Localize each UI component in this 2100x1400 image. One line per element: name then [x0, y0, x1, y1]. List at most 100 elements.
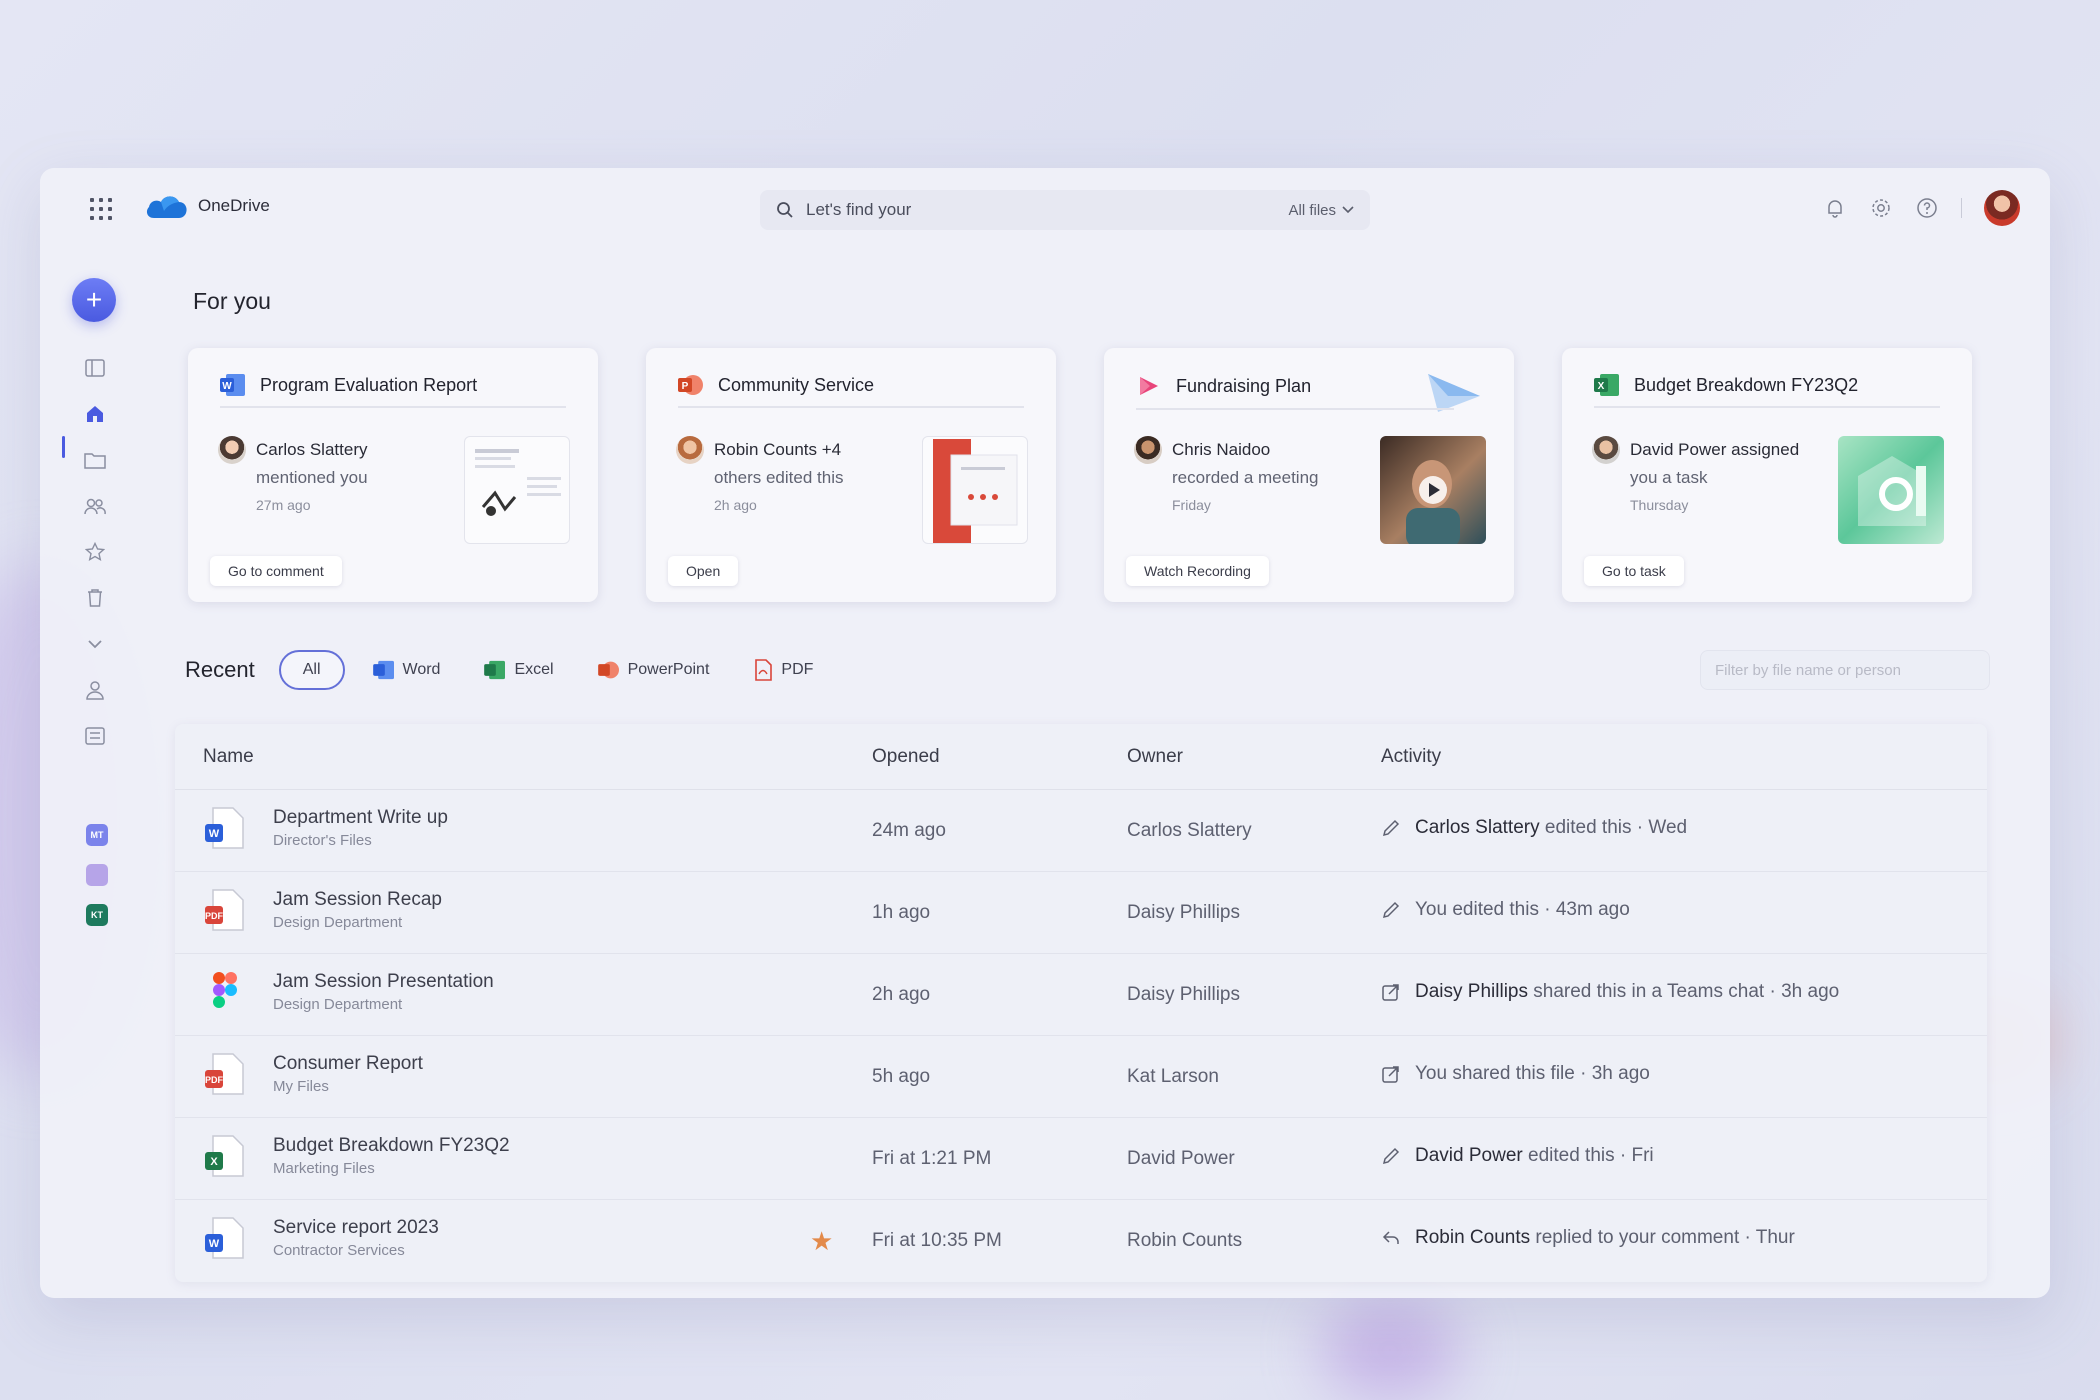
bell-icon[interactable] [1823, 196, 1847, 220]
file-location: My Files [273, 1078, 329, 1095]
chevron-down-icon [1342, 206, 1354, 214]
opened-time: Fri at 10:35 PM [872, 1230, 1002, 1251]
search-box[interactable]: Let's find your All files [760, 190, 1370, 230]
file-name[interactable]: Jam Session Presentation [273, 969, 494, 995]
column-header-opened[interactable]: Opened [872, 746, 940, 768]
app-tile-kt[interactable]: KT [86, 904, 108, 926]
filter-excel[interactable]: Excel [468, 650, 569, 690]
opened-time: 5h ago [872, 1066, 931, 1087]
for-you-card[interactable]: X Budget Breakdown FY23Q2 David Power as… [1562, 348, 1972, 602]
app-tile[interactable] [86, 864, 108, 886]
app-name: OneDrive [198, 196, 270, 215]
favorite-star-icon[interactable]: ★ [810, 1226, 833, 1257]
video-thumbnail[interactable] [1380, 436, 1486, 544]
column-header-activity[interactable]: Activity [1381, 746, 1441, 768]
top-actions [1823, 190, 2020, 226]
filter-powerpoint[interactable]: PowerPoint [582, 650, 726, 690]
recent-files-table: Name Opened Owner Activity W Department … [175, 724, 1987, 1282]
activity-person: Daisy Phillips [1415, 981, 1528, 1002]
user-avatar[interactable] [1984, 190, 2020, 226]
file-name[interactable]: Service report 2023 [273, 1215, 439, 1241]
file-location: Contractor Services [273, 1242, 405, 1259]
activity: Daisy Phillips shared this in a Teams ch… [1381, 981, 1839, 1003]
activity-person: Robin Counts [1415, 1227, 1531, 1248]
card-action-button[interactable]: Go to task [1584, 556, 1684, 586]
table-row[interactable]: X Budget Breakdown FY23Q2 Marketing File… [175, 1118, 1987, 1200]
for-you-card[interactable]: P Community Service Robin Counts +4 othe… [646, 348, 1056, 602]
folder-icon[interactable] [84, 448, 106, 472]
card-title: Budget Breakdown FY23Q2 [1634, 374, 1859, 395]
card-title: Program Evaluation Report [260, 374, 478, 395]
excel-file-icon: X [205, 1135, 244, 1177]
share-icon [1382, 1066, 1399, 1083]
card-person: David Power assigned [1630, 440, 1800, 459]
card-time: Friday [1172, 497, 1211, 513]
onedrive-cloud-icon [146, 196, 187, 218]
pinned-apps: MT KT [86, 824, 108, 926]
card-activity: David Power assigned you a task Thursday [1592, 436, 1799, 518]
column-header-owner[interactable]: Owner [1127, 746, 1183, 768]
library-icon[interactable] [84, 724, 106, 748]
activity: You edited this · 43m ago [1381, 899, 1630, 921]
avatar [218, 436, 246, 464]
table-row[interactable]: Jam Session Presentation Design Departme… [175, 954, 1987, 1036]
person-icon[interactable] [84, 678, 106, 702]
app-tile-mt[interactable]: MT [86, 824, 108, 846]
card-action: recorded a meeting [1172, 468, 1319, 487]
chevron-down-icon[interactable] [84, 632, 106, 656]
people-icon[interactable] [84, 494, 106, 518]
table-row[interactable]: W Department Write up Director's Files 2… [175, 790, 1987, 872]
brand[interactable]: OneDrive [144, 192, 270, 220]
search-icon [777, 202, 793, 218]
for-you-card[interactable]: W Program Evaluation Report Carlos Slatt… [188, 348, 598, 602]
table-row[interactable]: PDF Consumer Report My Files 5h ago Kat … [175, 1036, 1987, 1118]
trash-icon[interactable] [84, 586, 106, 610]
svg-text:W: W [222, 381, 232, 392]
filter-pdf[interactable]: PDF [737, 650, 829, 690]
file-name[interactable]: Department Write up [273, 805, 448, 831]
opened-time: 24m ago [872, 820, 946, 841]
gear-icon[interactable] [1869, 196, 1893, 220]
filter-input[interactable]: Filter by file name or person [1700, 650, 1990, 690]
card-action-button[interactable]: Go to comment [210, 556, 342, 586]
search-input[interactable]: Let's find your [806, 200, 1276, 220]
card-time: 2h ago [714, 497, 757, 513]
help-icon[interactable] [1915, 196, 1939, 220]
for-you-card[interactable]: Fundraising Plan Chris Naidoo recorded a… [1104, 348, 1514, 602]
app-launcher-icon[interactable] [90, 198, 112, 220]
home-icon[interactable] [84, 402, 106, 426]
avatar [1592, 436, 1620, 464]
word-file-icon: W [205, 1217, 244, 1259]
word-icon [372, 660, 394, 680]
filter-all[interactable]: All [278, 650, 345, 690]
card-activity: Carlos Slattery mentioned you 27m ago [218, 436, 368, 518]
nav-pane-icon[interactable] [84, 356, 106, 380]
table-row[interactable]: W Service report 2023 Contractor Service… [175, 1200, 1987, 1282]
file-name[interactable]: Consumer Report [273, 1051, 423, 1077]
table-row[interactable]: PDF Jam Session Recap Design Department … [175, 872, 1987, 954]
card-person: Chris Naidoo [1172, 440, 1271, 459]
filter-word[interactable]: Word [357, 650, 457, 690]
activity: Robin Counts replied to your comment · T… [1381, 1227, 1795, 1249]
create-new-button[interactable]: + [72, 278, 116, 322]
svg-text:P: P [682, 381, 689, 392]
owner: Kat Larson [1127, 1066, 1219, 1087]
avatar [1134, 436, 1162, 464]
card-action-button[interactable]: Watch Recording [1126, 556, 1269, 586]
card-action-button[interactable]: Open [668, 556, 739, 586]
search-scope-dropdown[interactable]: All files [1288, 202, 1354, 219]
divider [1136, 408, 1454, 410]
file-name[interactable]: Budget Breakdown FY23Q2 [273, 1133, 510, 1159]
owner: Daisy Phillips [1127, 984, 1240, 1005]
share-icon [1382, 984, 1399, 1001]
pdf-file-icon: PDF [205, 889, 244, 931]
activity-text: edited this · Wed [1539, 817, 1688, 838]
column-header-name[interactable]: Name [203, 746, 254, 768]
file-name[interactable]: Jam Session Recap [273, 887, 442, 913]
filter-label: PowerPoint [627, 661, 710, 678]
activity: You shared this file · 3h ago [1381, 1063, 1650, 1085]
search-scope-label: All files [1288, 201, 1336, 219]
star-icon[interactable] [84, 540, 106, 564]
onedrive-window: OneDrive Let's find your All files + MT [40, 168, 2050, 1298]
opened-time: 2h ago [872, 984, 931, 1005]
